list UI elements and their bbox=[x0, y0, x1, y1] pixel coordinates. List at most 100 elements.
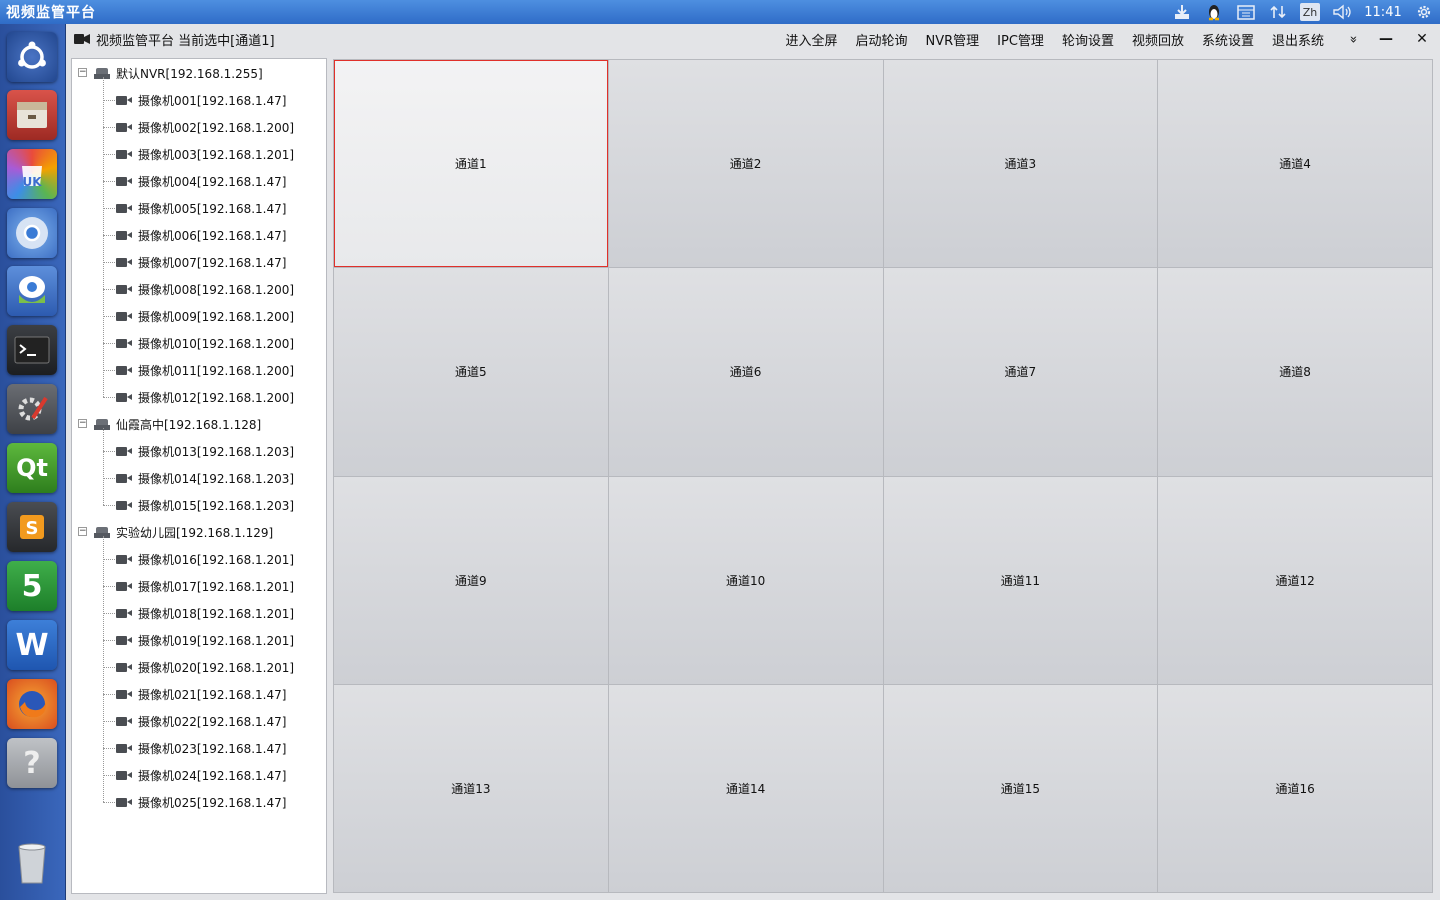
camera-node[interactable]: 摄像机005[192.168.1.47] bbox=[116, 198, 286, 218]
channel-tile[interactable]: 通道5 bbox=[334, 268, 608, 476]
camera-node[interactable]: 摄像机012[192.168.1.200] bbox=[116, 387, 294, 407]
channel-tile[interactable]: 通道10 bbox=[608, 476, 883, 684]
camera-node[interactable]: 摄像机011[192.168.1.200] bbox=[116, 360, 294, 380]
camera-icon bbox=[116, 365, 132, 375]
nvr-node[interactable]: 默认NVR[192.168.1.255] bbox=[94, 63, 263, 83]
channel-tile[interactable]: 通道8 bbox=[1158, 268, 1432, 476]
camera-node[interactable]: 摄像机016[192.168.1.201] bbox=[116, 549, 294, 569]
camera-icon bbox=[116, 230, 132, 240]
channel-tile[interactable]: 通道11 bbox=[883, 476, 1158, 684]
calendar-icon[interactable] bbox=[1230, 0, 1262, 24]
file-manager-icon[interactable] bbox=[7, 90, 57, 140]
camera-node[interactable]: 摄像机004[192.168.1.47] bbox=[116, 171, 286, 191]
download-icon[interactable] bbox=[1166, 0, 1198, 24]
channel-label: 通道8 bbox=[1279, 365, 1311, 380]
channel-label: 通道12 bbox=[1275, 573, 1315, 588]
camera-icon bbox=[116, 149, 132, 159]
tree-connector bbox=[103, 100, 115, 101]
youker-assistant-icon[interactable] bbox=[7, 266, 57, 316]
camera-node[interactable]: 摄像机013[192.168.1.203] bbox=[116, 441, 294, 461]
channel-tile[interactable]: 通道4 bbox=[1158, 60, 1432, 268]
camera-icon bbox=[116, 284, 132, 294]
camera-node[interactable]: 摄像机020[192.168.1.201] bbox=[116, 657, 294, 677]
camera-node[interactable]: 摄像机006[192.168.1.47] bbox=[116, 225, 286, 245]
camera-node[interactable]: 摄像机017[192.168.1.201] bbox=[116, 576, 294, 596]
network-icon[interactable] bbox=[1262, 0, 1294, 24]
camera-node[interactable]: 摄像机014[192.168.1.203] bbox=[116, 468, 294, 488]
camera-node[interactable]: 摄像机010[192.168.1.200] bbox=[116, 333, 294, 353]
ubuntu-dash-icon[interactable] bbox=[7, 32, 57, 82]
tree-expander[interactable]: − bbox=[78, 419, 87, 428]
menu-system-settings[interactable]: 系统设置 bbox=[1202, 30, 1254, 49]
camera-node[interactable]: 摄像机001[192.168.1.47] bbox=[116, 90, 286, 110]
sublime-text-icon[interactable]: S bbox=[7, 502, 57, 552]
menu-exit-system[interactable]: 退出系统 bbox=[1272, 30, 1324, 49]
tree-connector bbox=[103, 397, 115, 398]
camera-label: 摄像机019[192.168.1.201] bbox=[138, 633, 295, 648]
channel-label: 通道2 bbox=[729, 157, 762, 172]
camera-node[interactable]: 摄像机019[192.168.1.201] bbox=[116, 630, 294, 650]
more-chevron-icon[interactable]: » bbox=[1346, 24, 1361, 54]
clock[interactable]: 11:41 bbox=[1358, 0, 1408, 24]
input-method-indicator[interactable]: Zh bbox=[1300, 3, 1320, 21]
tree-expander[interactable]: − bbox=[78, 68, 87, 77]
camera-node[interactable]: 摄像机003[192.168.1.201] bbox=[116, 144, 294, 164]
camera-label: 摄像机002[192.168.1.200] bbox=[138, 120, 295, 135]
camera-node[interactable]: 摄像机025[192.168.1.47] bbox=[116, 792, 286, 812]
channel-tile[interactable]: 通道16 bbox=[1158, 684, 1432, 892]
window-title: 视频监管平台 当前选中[通道1] bbox=[96, 33, 275, 49]
close-button[interactable]: ✕ bbox=[1404, 31, 1440, 47]
trash-icon[interactable] bbox=[7, 838, 57, 888]
camera-node[interactable]: 摄像机022[192.168.1.47] bbox=[116, 711, 286, 731]
chromium-icon[interactable] bbox=[7, 208, 57, 258]
qq-penguin-icon[interactable] bbox=[1198, 0, 1230, 24]
camera-icon bbox=[116, 311, 132, 321]
channel-tile[interactable]: 通道14 bbox=[608, 684, 883, 892]
menu-nvr-management[interactable]: NVR管理 bbox=[926, 30, 980, 49]
firefox-icon[interactable] bbox=[7, 679, 57, 729]
tree-connector bbox=[103, 478, 115, 479]
camera-node[interactable]: 摄像机023[192.168.1.47] bbox=[116, 738, 286, 758]
settings-gear-icon[interactable] bbox=[1408, 0, 1440, 24]
menu-fullscreen[interactable]: 进入全屏 bbox=[785, 30, 837, 49]
camera-node[interactable]: 摄像机018[192.168.1.201] bbox=[116, 603, 294, 623]
camera-icon bbox=[116, 203, 132, 213]
channel-tile[interactable]: 通道9 bbox=[334, 476, 608, 684]
camera-node[interactable]: 摄像机007[192.168.1.47] bbox=[116, 252, 286, 272]
nvr-node[interactable]: 实验幼儿园[192.168.1.129] bbox=[94, 522, 273, 542]
channel-label: 通道14 bbox=[725, 781, 766, 796]
channel-tile[interactable]: 通道2 bbox=[608, 60, 883, 268]
device-tree[interactable]: − 默认NVR[192.168.1.255] 摄像机001[192.168.1.47… bbox=[71, 58, 327, 894]
channel-tile[interactable]: 通道15 bbox=[883, 684, 1158, 892]
channel-tile[interactable]: 通道3 bbox=[883, 60, 1158, 268]
camera-node[interactable]: 摄像机002[192.168.1.200] bbox=[116, 117, 294, 137]
help-icon[interactable]: ? bbox=[7, 738, 57, 788]
channel-tile[interactable]: 通道6 bbox=[608, 268, 883, 476]
menu-start-polling[interactable]: 启动轮询 bbox=[856, 30, 908, 49]
system-settings-icon[interactable] bbox=[7, 384, 57, 434]
menu-polling-settings[interactable]: 轮询设置 bbox=[1062, 30, 1114, 49]
terminal-icon[interactable] bbox=[7, 325, 57, 375]
camera-node[interactable]: 摄像机009[192.168.1.200] bbox=[116, 306, 294, 326]
qt-creator-icon[interactable]: Qt bbox=[7, 443, 57, 493]
channel-label: 通道6 bbox=[729, 365, 762, 380]
channel-tile[interactable]: 通道12 bbox=[1158, 476, 1432, 684]
channel-tile[interactable]: 通道13 bbox=[334, 684, 608, 892]
channel-tile[interactable]: 通道7 bbox=[883, 268, 1158, 476]
tree-expander[interactable]: − bbox=[78, 527, 87, 536]
tree-connector bbox=[103, 775, 115, 776]
camera-node[interactable]: 摄像机021[192.168.1.47] bbox=[116, 684, 286, 704]
volume-icon[interactable] bbox=[1326, 0, 1358, 24]
camera-label: 摄像机018[192.168.1.201] bbox=[138, 606, 295, 621]
menu-video-playback[interactable]: 视频回放 bbox=[1132, 30, 1184, 49]
menu-ipc-management[interactable]: IPC管理 bbox=[997, 30, 1044, 49]
minimize-button[interactable]: — bbox=[1368, 31, 1404, 47]
wps-writer-icon[interactable]: W bbox=[7, 620, 57, 670]
camera-node[interactable]: 摄像机008[192.168.1.200] bbox=[116, 279, 294, 299]
nvr-node[interactable]: 仙霞高中[192.168.1.128] bbox=[94, 414, 261, 434]
wps-spreadsheets-icon[interactable]: 5 bbox=[7, 561, 57, 611]
camera-node[interactable]: 摄像机024[192.168.1.47] bbox=[116, 765, 286, 785]
channel-tile[interactable]: 通道1 bbox=[334, 60, 608, 268]
software-center-icon[interactable]: UK bbox=[7, 149, 57, 199]
camera-node[interactable]: 摄像机015[192.168.1.203] bbox=[116, 495, 294, 515]
